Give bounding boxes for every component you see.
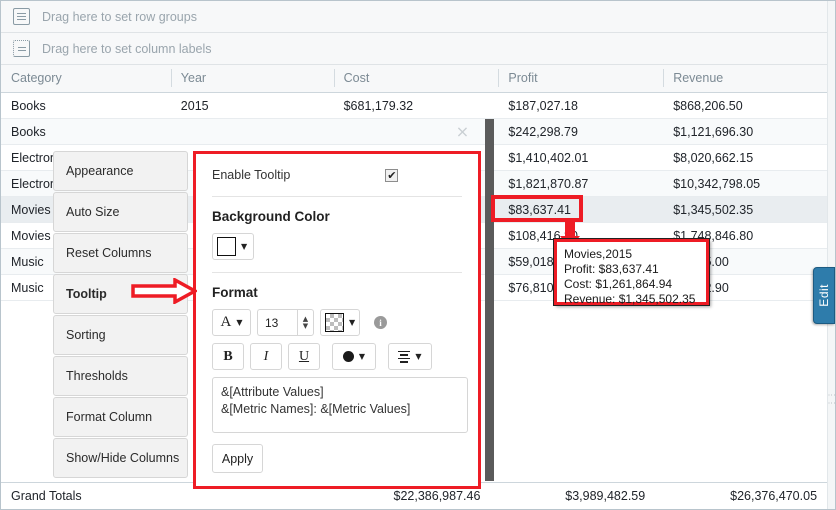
row-groups-dropzone[interactable]: Drag here to set row groups xyxy=(1,1,835,33)
cell-year: 2015 xyxy=(180,99,209,113)
menu-item-label: Thresholds xyxy=(66,369,128,383)
cell-profit: $242,298.79 xyxy=(508,125,578,139)
menu-item-auto-size[interactable]: Auto Size xyxy=(53,192,188,232)
menu-item-label: Appearance xyxy=(66,164,134,178)
menu-item-show-hide-columns[interactable]: Show/Hide Columns xyxy=(53,438,188,478)
table-row[interactable]: Books $242,298.79 $1,121,696.30 xyxy=(1,119,835,145)
bold-button[interactable]: B xyxy=(212,343,244,370)
menu-item-reset-columns[interactable]: Reset Columns xyxy=(53,233,188,273)
format-toolbar-row-1: A ▼ 13 ▲ ▼ ▼ i xyxy=(212,309,462,336)
column-header-revenue[interactable]: Revenue xyxy=(663,65,835,92)
menu-item-sorting[interactable]: Sorting xyxy=(53,315,188,355)
stepper-down-icon: ▼ xyxy=(302,321,309,330)
enable-tooltip-label: Enable Tooltip xyxy=(212,168,291,182)
font-size-value: 13 xyxy=(265,315,279,330)
column-labels-label: Drag here to set column labels xyxy=(42,41,212,56)
settings-menu: Appearance Auto Size Reset Columns Toolt… xyxy=(53,151,188,478)
format-toolbar-row-2: B I U ▼ ▼ xyxy=(212,343,462,370)
format-label: Format xyxy=(212,285,258,300)
font-size-input[interactable]: 13 xyxy=(257,309,297,336)
cell-cost: $681,179.32 xyxy=(343,99,414,113)
font-family-label: A xyxy=(220,314,232,330)
menu-item-label: Tooltip xyxy=(66,287,107,301)
cell-revenue: $868,206.50 xyxy=(673,99,743,113)
background-color-picker[interactable]: ▼ xyxy=(212,233,254,260)
menu-item-label: Show/Hide Columns xyxy=(66,451,180,465)
edit-tab-button[interactable]: Edit xyxy=(813,267,835,324)
menu-item-label: Auto Size xyxy=(66,205,120,219)
tooltip-settings-panel: Enable Tooltip ✔ Background Color ▼ Form… xyxy=(193,151,481,489)
cell-profit: $1,821,870.87 xyxy=(508,177,589,191)
menu-item-label: Format Column xyxy=(66,410,153,424)
underline-button[interactable]: U xyxy=(288,343,320,370)
tooltip-template-textarea[interactable]: &[Attribute Values] &[Metric Names]: &[M… xyxy=(212,377,468,433)
grand-totals-profit: $3,989,482.59 xyxy=(565,489,646,503)
color-swatch xyxy=(217,237,236,256)
tooltip-line-3: Cost: $1,261,864.94 xyxy=(564,277,673,291)
italic-button[interactable]: I xyxy=(250,343,282,370)
menu-item-label: Sorting xyxy=(66,328,106,342)
cell-revenue: $1,345,502.35 xyxy=(673,203,754,217)
tooltip-line-4: Revenue: $1,345,502.35 xyxy=(564,292,696,306)
cell-profit: $1,410,402.01 xyxy=(508,151,589,165)
column-header-category[interactable]: Category xyxy=(1,65,171,92)
align-icon xyxy=(398,350,411,364)
enable-tooltip-row: Enable Tooltip ✔ xyxy=(212,168,462,197)
chevron-down-icon: ▼ xyxy=(358,352,366,361)
column-labels-icon xyxy=(13,40,30,57)
cell-revenue: $1,121,696.30 xyxy=(673,125,754,139)
font-family-button[interactable]: A ▼ xyxy=(212,309,251,336)
tooltip-line-2: Profit: $83,637.41 xyxy=(564,262,659,276)
column-header-year[interactable]: Year xyxy=(170,65,334,92)
text-align-button[interactable]: ▼ xyxy=(388,343,432,370)
column-labels-dropzone[interactable]: Drag here to set column labels xyxy=(1,33,835,65)
menu-item-appearance[interactable]: Appearance xyxy=(53,151,188,191)
grand-totals-revenue: $26,376,470.05 xyxy=(730,489,818,503)
font-color-picker[interactable]: ▼ xyxy=(320,309,360,336)
rail-grip-dots: ⋮⋮ xyxy=(827,391,836,407)
menu-item-thresholds[interactable]: Thresholds xyxy=(53,356,188,396)
menu-item-format-column[interactable]: Format Column xyxy=(53,397,188,437)
apply-button[interactable]: Apply xyxy=(212,444,263,473)
cell-category: Books xyxy=(11,99,46,113)
chevron-down-icon: ▼ xyxy=(415,352,422,361)
background-color-label: Background Color xyxy=(212,209,330,224)
menu-item-label: Reset Columns xyxy=(66,246,152,260)
row-groups-label: Drag here to set row groups xyxy=(42,9,197,24)
background-color-section: Background Color ▼ xyxy=(212,209,462,273)
grid-editor-screen: Drag here to set row groups Drag here to… xyxy=(0,0,836,510)
tooltip-line-1: Movies,2015 xyxy=(564,247,633,261)
column-header-cost[interactable]: Cost xyxy=(333,65,499,92)
column-header-profit[interactable]: Profit xyxy=(498,65,663,92)
grid-settings-editor: Appearance Auto Size Reset Columns Toolt… xyxy=(53,151,488,489)
cell-year xyxy=(171,119,334,144)
cell-revenue: $10,342,798.05 xyxy=(673,177,761,191)
font-size-stepper[interactable]: ▲ ▼ xyxy=(297,309,314,336)
enable-tooltip-checkbox[interactable]: ✔ xyxy=(385,168,399,182)
cell-cost xyxy=(334,119,499,144)
edit-tab-label: Edit xyxy=(817,284,831,307)
info-icon[interactable]: i xyxy=(374,316,387,329)
cell-profit: $187,027.18 xyxy=(508,99,578,113)
chevron-down-icon: ▼ xyxy=(236,318,243,327)
annotation-box-profit-cell xyxy=(491,195,583,222)
chevron-down-icon: ▼ xyxy=(241,242,248,251)
fill-color-picker[interactable]: ▼ xyxy=(332,343,376,370)
close-icon[interactable]: × xyxy=(454,124,471,141)
grid-header-row: Category Year Cost Profit Revenue xyxy=(1,65,835,93)
tooltip-preview: Movies,2015 Profit: $83,637.41 Cost: $1,… xyxy=(553,238,710,306)
chevron-down-icon: ▼ xyxy=(349,318,356,327)
annotation-arrow-to-panel xyxy=(131,277,199,305)
row-groups-icon xyxy=(13,8,30,25)
color-swatch xyxy=(342,351,354,362)
color-swatch xyxy=(325,313,344,332)
cell-revenue: $8,020,662.15 xyxy=(673,151,754,165)
cell-category: Books xyxy=(11,125,46,139)
table-row[interactable]: Books 2015 $681,179.32 $187,027.18 $868,… xyxy=(1,93,835,119)
right-rail xyxy=(827,1,835,509)
